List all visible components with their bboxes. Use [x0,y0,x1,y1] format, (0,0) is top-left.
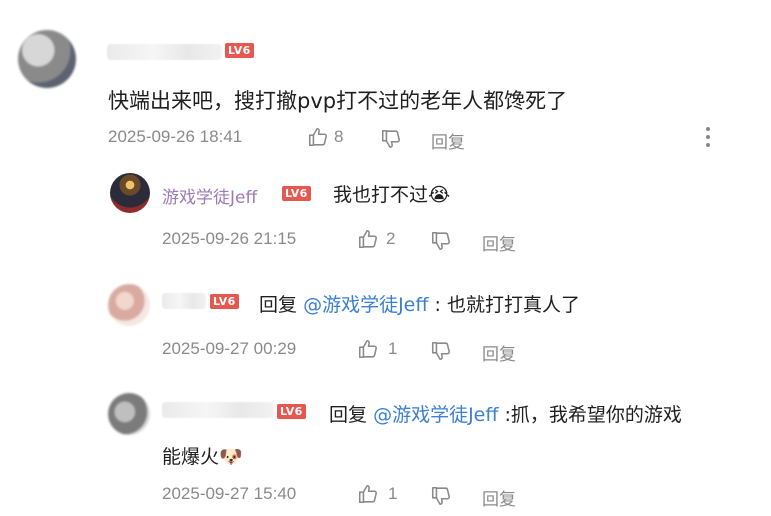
like-count: 2 [386,229,396,248]
like-count: 1 [388,339,398,358]
thumb-up-icon[interactable] [357,483,379,505]
comment-text: 快端出来吧，搜打撤pvp打不过的老年人都馋死了 [108,89,568,113]
reply-username[interactable]: 游戏学徒Jeff [162,183,257,208]
thumb-up-icon[interactable] [307,126,329,148]
timestamp: 2025-09-27 00:29 [162,339,297,358]
level-badge: LV6 [277,404,306,419]
like-count: 8 [334,127,344,146]
avatar[interactable] [110,173,150,213]
reply-text-line: 回复 @游戏学徒Jeff :抓，我希望你的游戏 [329,400,682,427]
thumb-up-icon[interactable] [357,338,379,360]
reply-prefix: 回复 [259,294,298,316]
level-badge: LV6 [282,186,311,201]
thumb-down-icon[interactable] [430,340,452,362]
level-badge: LV6 [225,43,254,58]
reply-text: : 也就打打真人了 [434,294,580,316]
timestamp: 2025-09-26 21:15 [162,229,297,248]
mention-link[interactable]: @游戏学徒Jeff [303,294,428,316]
reply-button[interactable]: 回复 [482,485,516,510]
reply-button[interactable]: 回复 [482,230,516,255]
reply-button[interactable]: 回复 [482,340,516,365]
level-badge: LV6 [210,294,239,309]
timestamp: 2025-09-27 15:40 [162,484,297,503]
mention-link[interactable]: @游戏学徒Jeff [373,404,498,426]
reply-text: :抓，我希望你的游戏 [504,404,682,426]
avatar[interactable] [108,393,150,435]
like-count: 1 [388,484,398,503]
thumb-down-icon[interactable] [430,230,452,252]
reply-text-continuation: 能爆火🐶 [162,446,243,468]
reply-button[interactable]: 回复 [431,128,465,153]
thumb-up-icon[interactable] [357,228,379,250]
reply-prefix: 回复 [329,404,368,426]
more-options-icon[interactable] [703,127,713,151]
thumb-down-icon[interactable] [380,128,402,150]
avatar[interactable] [18,30,76,88]
thumb-down-icon[interactable] [430,485,452,507]
reply-text-line: 回复 @游戏学徒Jeff : 也就打打真人了 [259,290,580,317]
username-blurred[interactable] [162,402,274,418]
timestamp: 2025-09-26 18:41 [108,127,243,146]
username-blurred[interactable] [162,293,206,309]
username-blurred[interactable] [107,44,222,60]
avatar[interactable] [108,284,150,326]
reply-text: 我也打不过😭 [333,184,451,206]
